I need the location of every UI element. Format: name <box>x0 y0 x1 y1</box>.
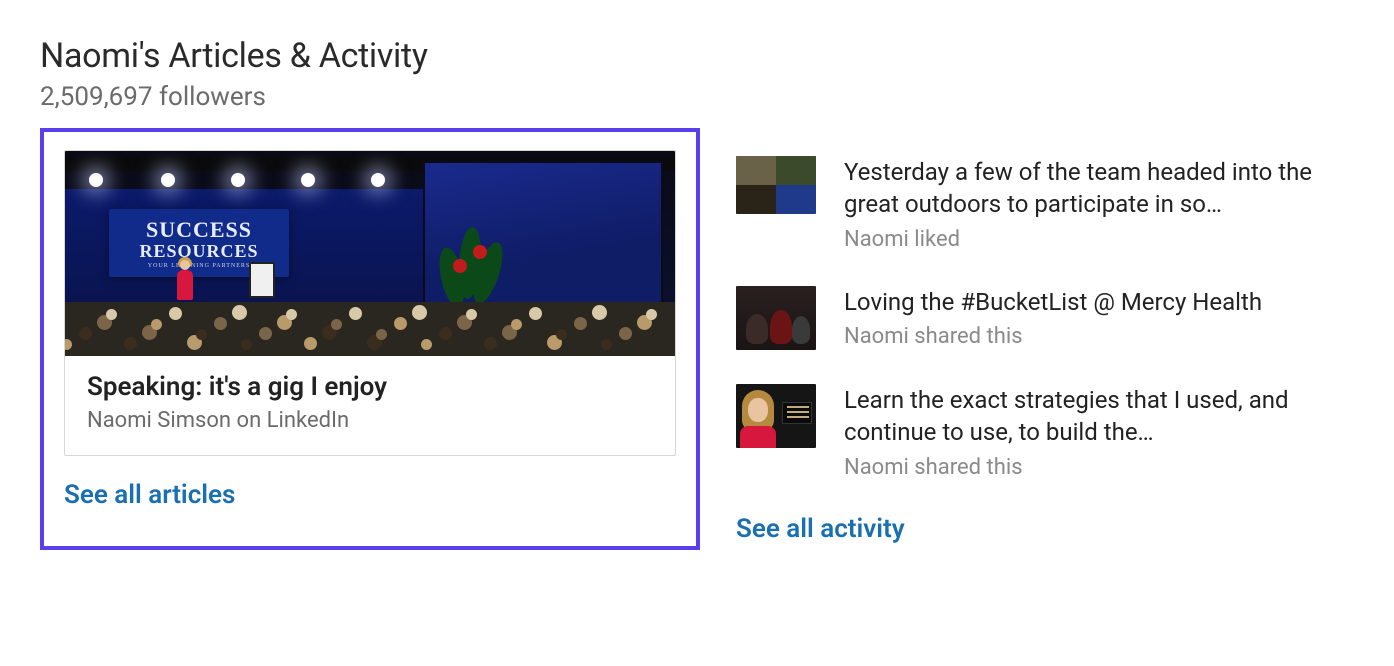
activity-column: Yesterday a few of the team headed into … <box>736 128 1336 550</box>
banner-line2: RESOURCES <box>139 241 258 262</box>
activity-thumbnail <box>736 156 816 214</box>
banner-line3: YOUR LEARNING PARTNERS <box>148 263 250 269</box>
follower-count: 2,509,697 followers <box>40 82 1354 112</box>
activity-item[interactable]: Yesterday a few of the team headed into … <box>736 156 1336 252</box>
activity-item[interactable]: Loving the #BucketList @ Mercy Health Na… <box>736 286 1336 350</box>
featured-article-card[interactable]: SUCCESS RESOURCES YOUR LEARNING PARTNERS <box>64 150 676 456</box>
activity-subtitle: Naomi shared this <box>844 324 1262 349</box>
featured-article-cover-image: SUCCESS RESOURCES YOUR LEARNING PARTNERS <box>65 151 675 356</box>
see-all-articles-link[interactable]: See all articles <box>64 480 235 510</box>
activity-item[interactable]: Learn the exact strategies that I used, … <box>736 384 1336 480</box>
activity-thumbnail <box>736 286 816 350</box>
see-all-activity-link[interactable]: See all activity <box>736 514 905 544</box>
articles-column: SUCCESS RESOURCES YOUR LEARNING PARTNERS <box>40 128 700 550</box>
activity-title: Yesterday a few of the team headed into … <box>844 156 1336 221</box>
crowd-graphic <box>65 302 675 356</box>
section-title: Naomi's Articles & Activity <box>40 36 1354 76</box>
activity-title: Learn the exact strategies that I used, … <box>844 384 1336 449</box>
banner-line1: SUCCESS <box>146 217 252 243</box>
activity-subtitle: Naomi shared this <box>844 455 1336 480</box>
articles-activity-section: Naomi's Articles & Activity 2,509,697 fo… <box>0 0 1394 550</box>
activity-thumbnail <box>736 384 816 448</box>
featured-article-title: Speaking: it's a gig I enjoy <box>87 372 653 402</box>
featured-article-subtitle: Naomi Simson on LinkedIn <box>87 408 653 433</box>
activity-subtitle: Naomi liked <box>844 227 1336 252</box>
activity-title: Loving the #BucketList @ Mercy Health <box>844 286 1262 318</box>
featured-highlight-box: SUCCESS RESOURCES YOUR LEARNING PARTNERS <box>40 128 700 550</box>
